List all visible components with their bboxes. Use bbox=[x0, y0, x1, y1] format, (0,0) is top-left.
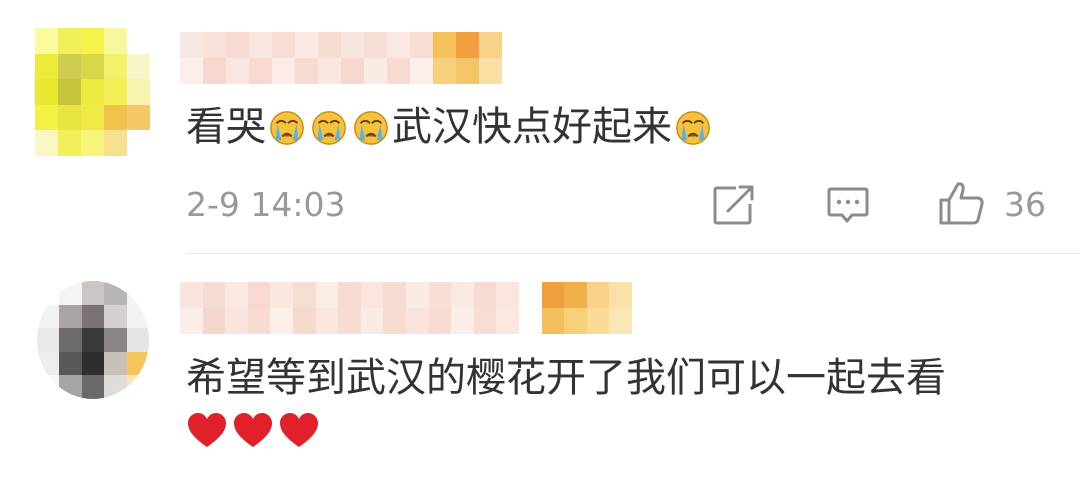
crying-face-icon bbox=[270, 111, 304, 145]
like-count: 36 bbox=[1004, 185, 1046, 224]
heart-icon bbox=[234, 413, 272, 447]
thumbs-up-icon[interactable] bbox=[938, 180, 986, 226]
comment-text-part: 看哭 bbox=[186, 104, 266, 150]
comment-text-part: 武汉快点好起来 bbox=[392, 104, 672, 150]
comment-text: 希望等到武汉的樱花开了我们可以一起去看 bbox=[186, 355, 946, 401]
username[interactable] bbox=[180, 282, 632, 334]
reply-icon[interactable] bbox=[826, 186, 870, 226]
heart-emoji-row bbox=[186, 410, 324, 456]
avatar[interactable] bbox=[35, 28, 150, 156]
avatar[interactable] bbox=[37, 281, 149, 399]
username[interactable] bbox=[180, 32, 502, 84]
crying-face-icon bbox=[312, 111, 346, 145]
heart-icon bbox=[280, 413, 318, 447]
share-icon[interactable] bbox=[712, 184, 756, 226]
heart-icon bbox=[188, 413, 226, 447]
divider bbox=[186, 253, 1080, 254]
crying-face-icon bbox=[354, 111, 388, 145]
crying-face-icon bbox=[676, 111, 710, 145]
comment-text: 看哭 武汉快点好起来 bbox=[186, 102, 714, 152]
timestamp: 2-9 14:03 bbox=[186, 185, 346, 224]
